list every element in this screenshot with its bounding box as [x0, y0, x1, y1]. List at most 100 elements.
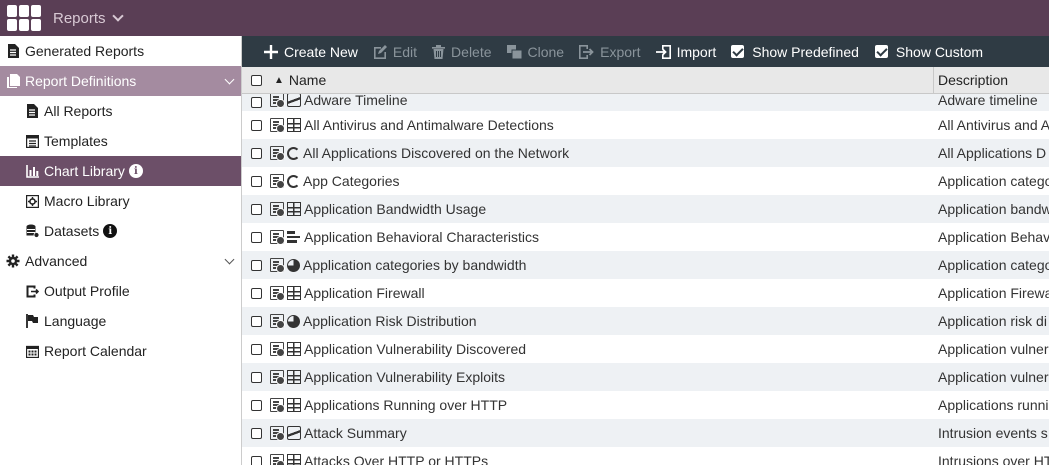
row-checkbox[interactable] [250, 231, 262, 243]
table-row[interactable]: Applications Running over HTTP Applicatio… [242, 391, 1049, 419]
table-row[interactable]: Attack Summary Intrusion events s [242, 419, 1049, 447]
create-new-button[interactable]: Create New [264, 44, 358, 60]
row-description-cell: Application catego [938, 173, 1049, 189]
table-row[interactable]: Attacks Over HTTP or HTTPs Intrusions ove… [242, 447, 1049, 465]
edit-button[interactable]: Edit [373, 44, 417, 60]
sidebar-item-report-calendar[interactable]: Report Calendar [0, 336, 241, 366]
fortinet-logo-icon[interactable] [7, 5, 41, 31]
table-row[interactable]: All Applications Discovered on the Netwo… [242, 139, 1049, 167]
import-button[interactable]: Import [655, 43, 717, 60]
area-chart-icon [287, 426, 301, 440]
show-predefined-label: Show Predefined [752, 43, 859, 60]
row-checkbox[interactable] [250, 427, 262, 439]
table-row[interactable]: Application Bandwidth Usage Application b… [242, 195, 1049, 223]
sidebar-item-macro-library[interactable]: Macro Library [0, 186, 241, 216]
row-name-label: All Antivirus and Antimalware Detections [304, 117, 554, 133]
create-new-label: Create New [284, 43, 358, 60]
bar-chart-icon [25, 164, 39, 178]
predefined-chart-icon [270, 454, 285, 465]
row-checkbox[interactable] [250, 119, 262, 131]
row-name-label: Attack Summary [304, 425, 407, 441]
sidebar-item-report-definitions[interactable]: Report Definitions [0, 66, 241, 96]
row-checkbox[interactable] [250, 399, 262, 411]
predefined-chart-icon [270, 370, 285, 385]
row-select-cell [242, 343, 270, 355]
sidebar-item-chart-library[interactable]: Chart Library i [0, 156, 241, 186]
donut-chart-icon [287, 174, 300, 188]
table-row[interactable]: Application Behavioral Characteristics Ap… [242, 223, 1049, 251]
show-custom-checkbox[interactable]: Show Custom [874, 44, 983, 60]
column-header-description[interactable]: Description [934, 72, 1008, 88]
table-row[interactable]: Application Vulnerability Exploits Applic… [242, 363, 1049, 391]
info-icon[interactable]: i [103, 224, 118, 238]
table-chart-icon [287, 342, 301, 356]
flag-icon [25, 314, 39, 328]
row-select-cell [242, 287, 270, 299]
export-button[interactable]: Export [579, 44, 641, 60]
row-description-cell: Application catego [938, 257, 1049, 273]
row-select-cell [242, 97, 270, 108]
predefined-chart-icon [270, 286, 285, 301]
row-name-cell: Attack Summary [270, 425, 934, 441]
show-predefined-checkbox[interactable]: Show Predefined [731, 44, 859, 60]
table-row[interactable]: Application Vulnerability Discovered Appl… [242, 335, 1049, 363]
row-checkbox[interactable] [250, 203, 262, 215]
row-name-cell: App Categories [270, 173, 934, 189]
sidebar-item-language[interactable]: Language [0, 306, 241, 336]
table-row[interactable]: Application Firewall Application Firewa [242, 279, 1049, 307]
file-text-icon [6, 44, 20, 58]
row-name-cell: All Antivirus and Antimalware Detections [270, 117, 934, 133]
row-checkbox[interactable] [250, 175, 262, 187]
row-name-label: Application Vulnerability Exploits [304, 369, 506, 385]
sidebar-item-advanced[interactable]: Advanced [0, 246, 241, 276]
row-name-cell: Attacks Over HTTP or HTTPs [270, 453, 934, 465]
sidebar-item-output-profile[interactable]: Output Profile [0, 276, 241, 306]
table-chart-icon [287, 202, 301, 216]
clone-label: Clone [527, 43, 565, 60]
delete-button[interactable]: Delete [432, 44, 492, 60]
row-description-cell: Application vulner [938, 341, 1049, 357]
row-checkbox[interactable] [250, 287, 262, 299]
row-name-cell: Application Behavioral Characteristics [270, 229, 934, 245]
row-name-label: Application Bandwidth Usage [304, 201, 487, 217]
table-row[interactable]: Adware Timeline Adware timeline [242, 94, 1049, 111]
module-selector[interactable]: Reports [53, 9, 124, 27]
row-name-cell: All Applications Discovered on the Netwo… [270, 145, 934, 161]
table-row[interactable]: Application Risk Distribution Application… [242, 307, 1049, 335]
table-row[interactable]: App Categories Application catego [242, 167, 1049, 195]
clone-button[interactable]: Clone [506, 43, 565, 60]
gear-icon [6, 254, 20, 268]
module-label: Reports [53, 9, 106, 27]
chevron-down-icon [224, 74, 235, 85]
sidebar-item-label: Report Calendar [44, 343, 147, 359]
calendar-icon [25, 344, 39, 358]
sidebar-item-generated-reports[interactable]: Generated Reports [0, 36, 241, 66]
row-select-cell [242, 315, 270, 327]
area-chart-icon [287, 94, 301, 107]
row-checkbox[interactable] [250, 97, 262, 108]
edit-icon [373, 44, 387, 59]
row-checkbox[interactable] [250, 259, 262, 271]
import-icon [655, 44, 671, 59]
sidebar-item-templates[interactable]: Templates [0, 126, 241, 156]
column-name-label: Name [288, 72, 327, 88]
row-checkbox[interactable] [250, 455, 262, 465]
table-row[interactable]: All Antivirus and Antimalware Detections… [242, 111, 1049, 139]
column-header-name[interactable]: ▲ Name [270, 67, 934, 93]
info-icon[interactable]: i [128, 164, 143, 178]
predefined-chart-icon [270, 342, 285, 357]
import-label: Import [676, 43, 717, 60]
table-row[interactable]: Application categories by bandwidth Appli… [242, 251, 1049, 279]
pie-chart-icon [287, 314, 300, 328]
row-checkbox[interactable] [250, 147, 262, 159]
select-all-checkbox[interactable] [250, 74, 262, 86]
row-name-label: Application Risk Distribution [303, 313, 477, 329]
sidebar-item-label: Templates [44, 133, 108, 149]
row-select-cell [242, 399, 270, 411]
sidebar-item-datasets[interactable]: Datasets i [0, 216, 241, 246]
sidebar-item-all-reports[interactable]: All Reports [0, 96, 241, 126]
row-checkbox[interactable] [250, 371, 262, 383]
row-checkbox[interactable] [250, 343, 262, 355]
row-checkbox[interactable] [250, 315, 262, 327]
plus-icon [264, 44, 278, 59]
